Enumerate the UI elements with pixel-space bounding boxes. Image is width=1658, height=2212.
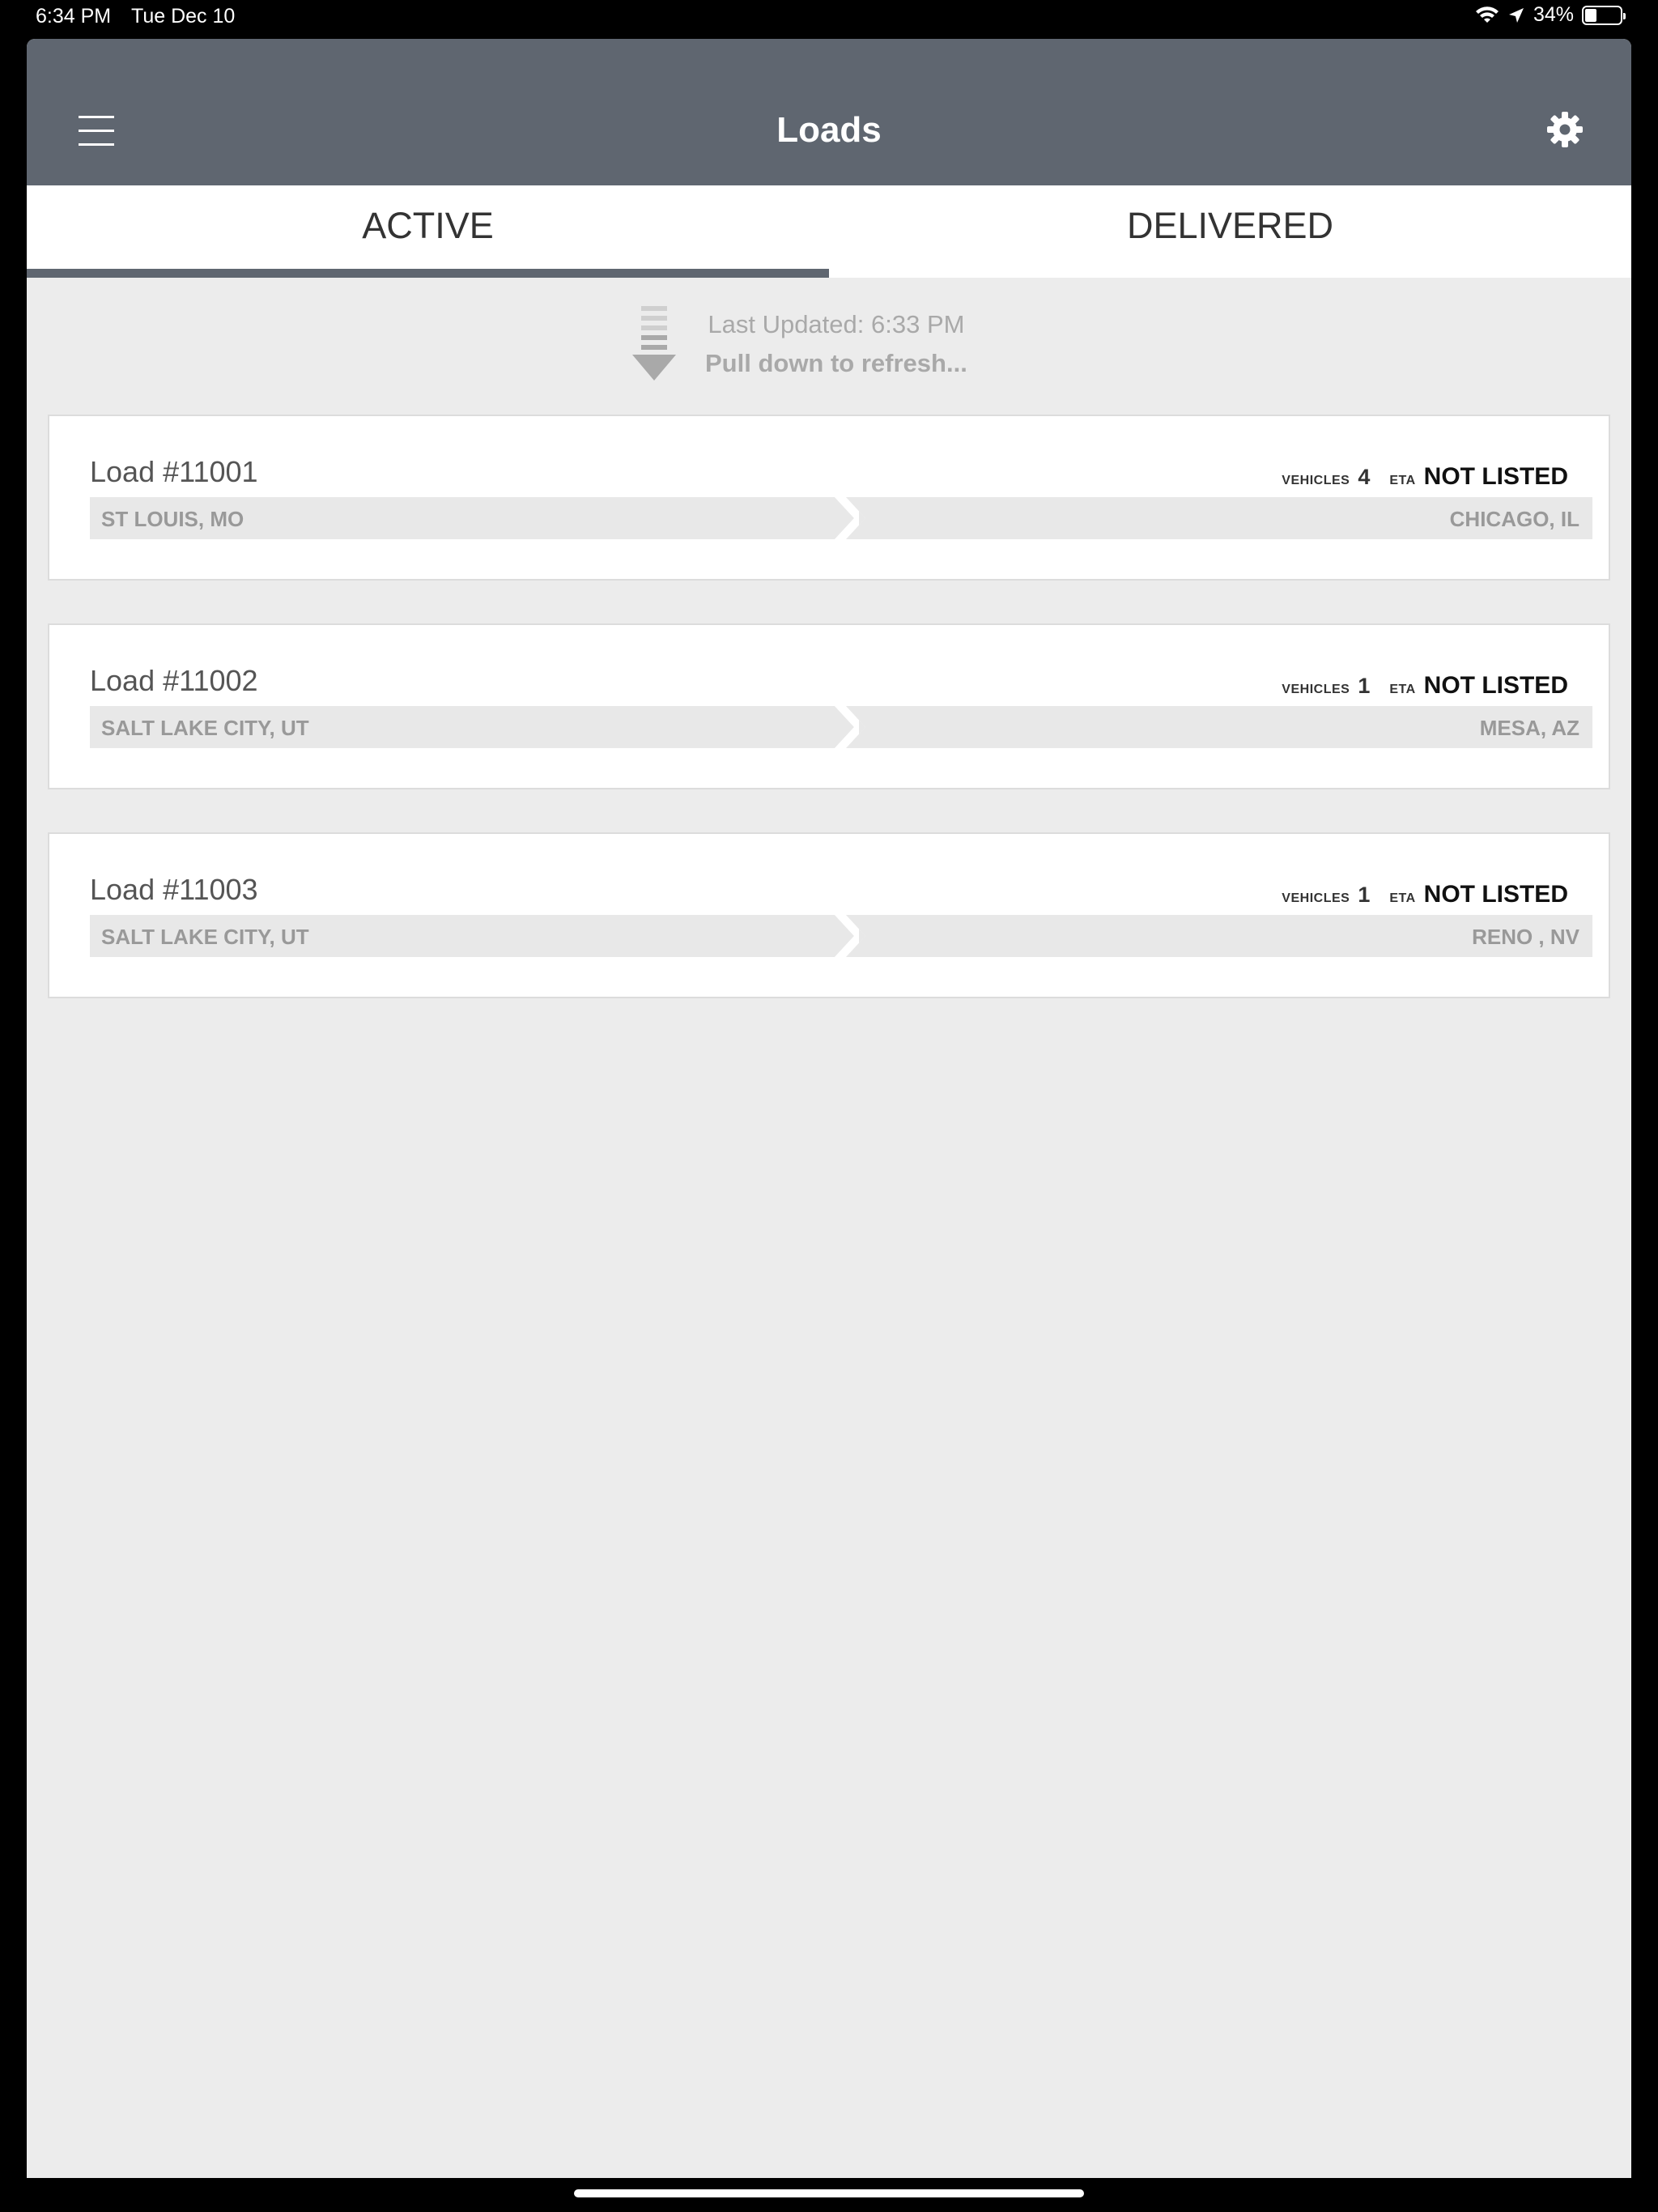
route-bar: SALT LAKE CITY, UT RENO , NV — [90, 915, 1592, 957]
nav-header: Loads — [27, 39, 1631, 185]
load-title: Load #11001 — [90, 455, 258, 488]
status-date: Tue Dec 10 — [131, 5, 236, 28]
status-indicators: 34% — [1475, 3, 1626, 27]
chevron-right-icon — [818, 706, 865, 748]
load-card[interactable]: Load #11001 VEHICLES 4 ETA NOT LISTED ST… — [48, 415, 1610, 581]
battery-percent: 34% — [1533, 3, 1574, 26]
location-arrow-icon — [1508, 7, 1524, 23]
refresh-text: Last Updated: 6:33 PM Pull down to refre… — [705, 306, 967, 384]
vehicles-count: 1 — [1358, 674, 1371, 698]
origin-city: SALT LAKE CITY, UT — [101, 925, 309, 949]
load-meta: VEHICLES 1 ETA NOT LISTED — [1282, 881, 1568, 908]
vehicles-label: VEHICLES — [1282, 683, 1350, 696]
eta-label: ETA — [1389, 474, 1416, 487]
origin-city: ST LOUIS, MO — [101, 507, 244, 531]
eta-label: ETA — [1389, 683, 1416, 696]
eta-value: NOT LISTED — [1423, 881, 1568, 908]
destination-city: RENO , NV — [1472, 925, 1579, 949]
load-meta: VEHICLES 4 ETA NOT LISTED — [1282, 463, 1568, 491]
load-title: Load #11003 — [90, 873, 258, 906]
eta-label: ETA — [1389, 891, 1416, 905]
route-bar: ST LOUIS, MO CHICAGO, IL — [90, 497, 1592, 539]
tab-bar: ACTIVE DELIVERED — [27, 185, 1631, 278]
last-updated-text: Last Updated: 6:33 PM — [708, 310, 965, 338]
load-card[interactable]: Load #11002 VEHICLES 1 ETA NOT LISTED SA… — [48, 623, 1610, 789]
pull-to-refresh: Last Updated: 6:33 PM Pull down to refre… — [27, 306, 1631, 395]
eta-value: NOT LISTED — [1423, 463, 1568, 490]
route-bar: SALT LAKE CITY, UT MESA, AZ — [90, 706, 1592, 748]
vehicles-count: 4 — [1358, 465, 1371, 489]
status-bar: 6:34 PM Tue Dec 10 34% — [0, 0, 1658, 37]
load-card[interactable]: Load #11003 VEHICLES 1 ETA NOT LISTED SA… — [48, 832, 1610, 998]
home-indicator[interactable] — [574, 2189, 1084, 2197]
pull-hint-text: Pull down to refresh... — [705, 349, 967, 377]
gear-icon[interactable] — [1545, 110, 1584, 149]
load-meta: VEHICLES 1 ETA NOT LISTED — [1282, 672, 1568, 700]
vehicles-label: VEHICLES — [1282, 474, 1350, 487]
wifi-icon — [1475, 6, 1499, 23]
eta-value: NOT LISTED — [1423, 672, 1568, 699]
pull-down-arrow-icon — [632, 306, 676, 381]
destination-city: MESA, AZ — [1479, 716, 1579, 740]
page-title: Loads — [776, 110, 882, 150]
origin-city: SALT LAKE CITY, UT — [101, 716, 309, 740]
chevron-right-icon — [818, 915, 865, 957]
battery-icon — [1582, 5, 1626, 25]
tab-active[interactable]: ACTIVE — [27, 185, 829, 278]
vehicles-count: 1 — [1358, 883, 1371, 907]
tab-delivered[interactable]: DELIVERED — [829, 185, 1631, 278]
status-time: 6:34 PM — [36, 5, 112, 28]
destination-city: CHICAGO, IL — [1449, 507, 1579, 531]
vehicles-label: VEHICLES — [1282, 891, 1350, 905]
load-title: Load #11002 — [90, 664, 258, 697]
app-window: Loads ACTIVE DELIVERED Last Updated: 6:3… — [27, 39, 1631, 2178]
chevron-right-icon — [818, 497, 865, 539]
